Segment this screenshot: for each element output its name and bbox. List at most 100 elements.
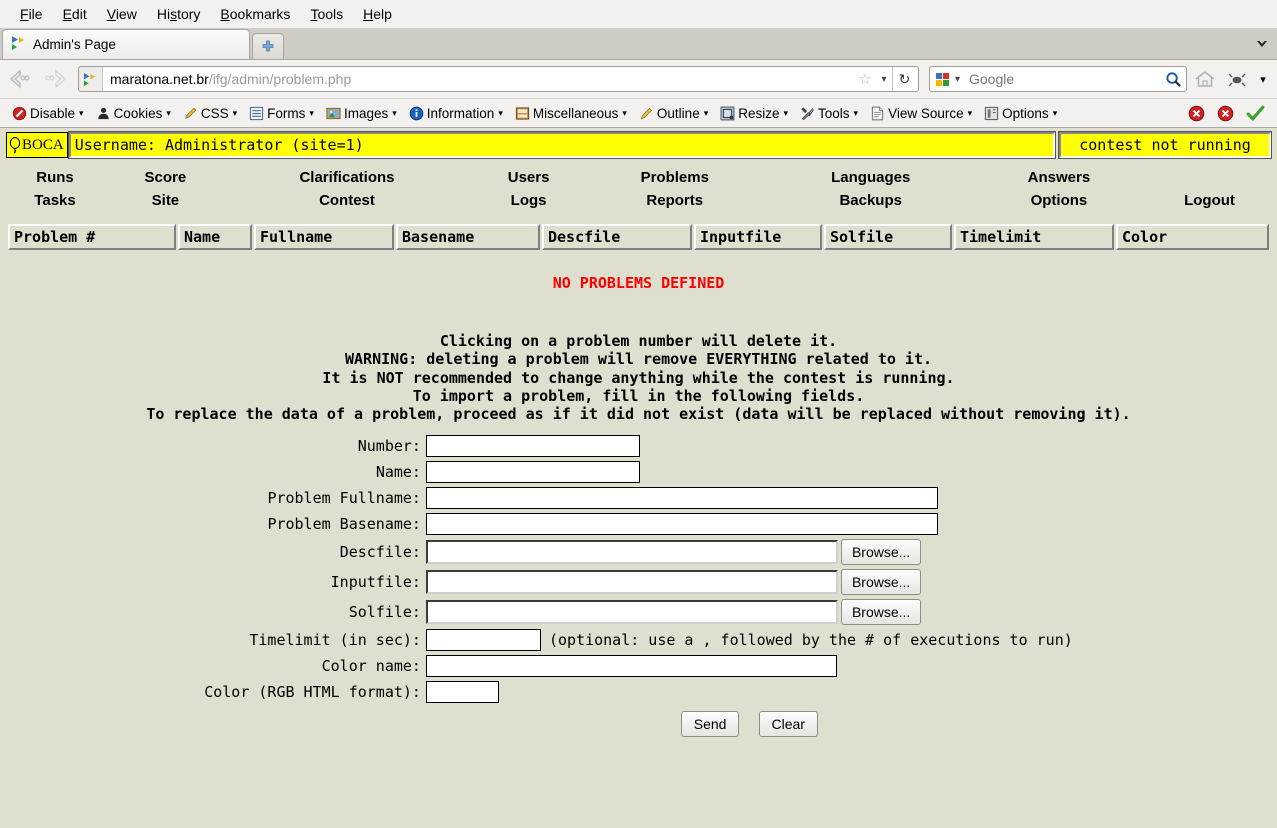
cell-inputfile: Browse... xyxy=(425,567,1073,597)
name-input[interactable] xyxy=(425,461,640,484)
devbar-miscellaneous[interactable]: Miscellaneous ▾ xyxy=(509,106,633,121)
search-input[interactable] xyxy=(965,70,1160,88)
chevron-down-icon: ▾ xyxy=(232,107,238,118)
nav-link-tasks[interactable]: Tasks xyxy=(0,189,110,212)
descfile-browse-button[interactable]: Browse... xyxy=(840,539,922,566)
nav-link-backups[interactable]: Backups xyxy=(766,189,976,212)
search-magnifier-icon[interactable] xyxy=(1160,71,1186,88)
devbar-tools[interactable]: Tools ▾ xyxy=(794,106,864,121)
form-row-number: Number: xyxy=(204,433,1073,459)
cell-fullname xyxy=(425,485,1073,511)
send-button[interactable]: Send xyxy=(680,711,740,738)
nav-link-runs[interactable]: Runs xyxy=(0,166,110,189)
validation-ok-badge[interactable] xyxy=(1240,104,1271,123)
cell-buttons: Send Clear xyxy=(426,705,1073,739)
plugin-button[interactable] xyxy=(1223,70,1251,88)
url-text[interactable]: maratona.net.br/ifg/admin/problem.php xyxy=(103,71,854,87)
nav-link-clarifications[interactable]: Clarifications xyxy=(221,166,473,189)
warning-line-4: To import a problem, fill in the followi… xyxy=(412,386,865,405)
number-input[interactable] xyxy=(425,435,640,458)
form-row-color-rgb: Color (RGB HTML format): xyxy=(204,679,1073,705)
menu-tools[interactable]: Tools xyxy=(300,4,353,24)
label-problem-fullname: Problem Fullname: xyxy=(267,489,421,508)
devbar-outline[interactable]: Outline ▾ xyxy=(633,106,714,121)
color-name-input[interactable] xyxy=(425,655,837,678)
menu-file[interactable]: File xyxy=(10,4,53,24)
warning-line-1: Clicking on a problem number will delete… xyxy=(439,332,838,350)
devbar-css[interactable]: CSS ▾ xyxy=(177,106,243,121)
form-row-fullname: Problem Fullname: xyxy=(204,485,1073,511)
forward-button[interactable] xyxy=(40,65,70,93)
nav-link-contest[interactable]: Contest xyxy=(221,189,473,212)
search-engine-dropdown-icon[interactable]: ▾ xyxy=(950,74,965,85)
inputfile-input[interactable] xyxy=(425,570,838,595)
nav-link-answers[interactable]: Answers xyxy=(976,166,1142,189)
search-bar[interactable]: ▾ xyxy=(929,66,1187,92)
menu-edit[interactable]: Edit xyxy=(53,4,97,24)
nav-link-problems[interactable]: Problems xyxy=(584,166,766,189)
label-name: Name: xyxy=(375,463,421,482)
cell-name xyxy=(425,459,1073,485)
home-button[interactable] xyxy=(1191,69,1219,89)
label-solfile: Solfile: xyxy=(348,603,421,622)
resize-icon xyxy=(720,106,735,121)
toolbar-overflow-button[interactable]: ▾ xyxy=(1255,73,1271,86)
url-dropdown-icon[interactable]: ▾ xyxy=(876,74,892,85)
reload-button[interactable]: ↻ xyxy=(892,67,916,91)
browser-menubar: File Edit View History Bookmarks Tools H… xyxy=(0,0,1277,28)
devbar-resize[interactable]: Resize ▾ xyxy=(714,106,794,121)
devbar-cookies[interactable]: Cookies ▾ xyxy=(90,106,177,121)
nav-link-users[interactable]: Users xyxy=(473,166,584,189)
back-button[interactable] xyxy=(6,65,36,93)
menu-bookmarks[interactable]: Bookmarks xyxy=(210,4,300,24)
devbar-forms[interactable]: Forms ▾ xyxy=(243,106,320,121)
nav-link-languages[interactable]: Languages xyxy=(766,166,976,189)
menu-view[interactable]: View xyxy=(97,4,147,24)
devbar-view-source[interactable]: View Source ▾ xyxy=(864,106,978,121)
timelimit-input[interactable] xyxy=(425,629,541,652)
validation-error-badge-1[interactable] xyxy=(1182,105,1211,122)
problem-fullname-input[interactable] xyxy=(425,487,938,510)
contest-status-box: contest not running xyxy=(1058,131,1272,159)
inputfile-file-picker: Browse... xyxy=(425,569,1073,596)
site-identity-icon[interactable] xyxy=(79,67,103,91)
new-tab-button[interactable] xyxy=(252,33,284,59)
nav-link-site[interactable]: Site xyxy=(110,189,221,212)
menu-help[interactable]: Help xyxy=(353,4,402,24)
problem-basename-input[interactable] xyxy=(425,513,938,536)
devbar-tools-label: Tools xyxy=(818,105,850,121)
form-table: Number: Name: Problem Fullname: Problem … xyxy=(204,433,1073,739)
tab-title: Admin's Page xyxy=(33,37,116,52)
tab-list-button[interactable] xyxy=(1247,29,1277,59)
solfile-input[interactable] xyxy=(425,600,838,625)
chevron-down-icon: ▾ xyxy=(166,107,171,118)
nav-link-score[interactable]: Score xyxy=(110,166,221,189)
validation-error-badge-2[interactable] xyxy=(1211,105,1240,122)
bookmark-star-icon[interactable]: ☆ xyxy=(854,70,876,88)
nav-link-reports[interactable]: Reports xyxy=(584,189,766,212)
nav-link-options[interactable]: Options xyxy=(976,189,1142,212)
inputfile-browse-button[interactable]: Browse... xyxy=(840,569,922,596)
chevron-down-icon xyxy=(1257,40,1267,47)
color-rgb-input[interactable] xyxy=(425,681,499,704)
devbar-disable[interactable]: Disable ▾ xyxy=(6,106,90,121)
clear-button[interactable]: Clear xyxy=(758,711,818,738)
menu-history[interactable]: History xyxy=(147,4,211,24)
username-box: Username: Administrator (site=1) xyxy=(67,131,1057,159)
solfile-browse-button[interactable]: Browse... xyxy=(840,599,922,626)
tools-icon xyxy=(800,106,815,121)
devbar-cookies-label: Cookies xyxy=(113,105,163,121)
pencil-icon xyxy=(183,106,198,121)
url-bar[interactable]: maratona.net.br/ifg/admin/problem.php ☆ … xyxy=(78,66,919,92)
devbar-information[interactable]: Information ▾ xyxy=(403,106,509,121)
nav-link-logout[interactable]: Logout xyxy=(1142,189,1277,212)
boca-logo: BOCA xyxy=(6,132,68,158)
descfile-input[interactable] xyxy=(425,540,838,565)
nav-link-logs[interactable]: Logs xyxy=(473,189,584,212)
warning-line-3: It is NOT recommended to change anything… xyxy=(322,368,955,387)
form-row-name: Name: xyxy=(204,459,1073,485)
tab-admins-page[interactable]: Admin's Page xyxy=(2,29,250,59)
devbar-images[interactable]: Images ▾ xyxy=(320,106,403,121)
col-descfile: Descfile xyxy=(542,224,692,250)
devbar-options[interactable]: Options ▾ xyxy=(978,106,1063,121)
